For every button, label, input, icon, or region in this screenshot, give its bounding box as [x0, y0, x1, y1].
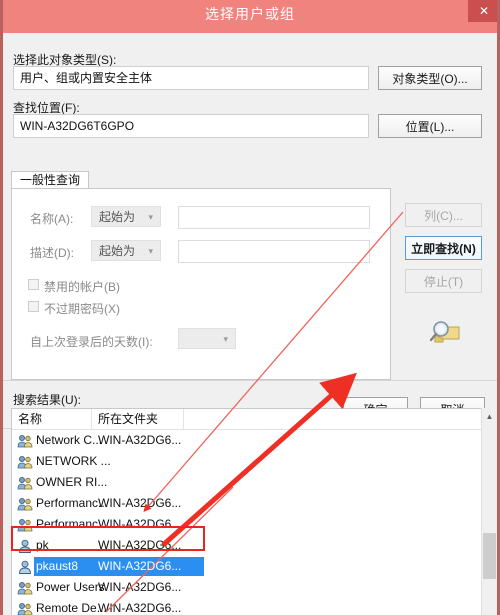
table-row[interactable]: Power Users WIN-A32DG6...: [12, 577, 482, 598]
description-condition-value: 起始为: [99, 244, 136, 258]
query-tabstrip: 一般性查询: [11, 171, 391, 189]
selected-row-highlight: [11, 526, 205, 551]
table-row[interactable]: NETWORK ...: [12, 451, 482, 472]
object-type-field[interactable]: 用户、组或内置安全主体: [13, 66, 369, 90]
select-users-or-groups-dialog: 选择用户或组 ✕ 选择此对象类型(S): 用户、组或内置安全主体 对象类型(O)…: [0, 0, 500, 615]
window-title: 选择用户或组: [205, 6, 295, 22]
description-condition-select[interactable]: 起始为 ▾: [91, 240, 161, 261]
row-folder: WIN-A32DG6...: [98, 496, 182, 510]
non-expiring-password-label: 不过期密码(X): [44, 302, 120, 316]
magnifier-icon: [423, 318, 463, 348]
panel-divider: [3, 380, 497, 381]
row-name: NETWORK ...: [36, 454, 111, 468]
users-group-icon: [17, 497, 33, 511]
object-types-button[interactable]: 对象类型(O)...: [378, 66, 482, 90]
columns-button[interactable]: 列(C)...: [405, 203, 482, 227]
users-group-icon: [17, 581, 33, 595]
users-group-icon: [17, 476, 33, 490]
results-header-row: 名称 所在文件夹: [12, 409, 497, 430]
row-name: OWNER RI...: [36, 475, 108, 489]
table-row[interactable]: pkaust8 WIN-A32DG6...: [12, 556, 482, 577]
chevron-down-icon: ▾: [148, 246, 153, 256]
disabled-accounts-label: 禁用的帐户(B): [44, 280, 120, 294]
row-folder: WIN-A32DG6...: [98, 559, 182, 573]
row-folder: WIN-A32DG6...: [98, 433, 182, 447]
title-bar: 选择用户或组 ✕: [3, 0, 497, 28]
stop-button[interactable]: 停止(T): [405, 269, 482, 293]
column-header-folder[interactable]: 所在文件夹: [92, 409, 184, 429]
scroll-up-icon[interactable]: ▲: [482, 408, 497, 424]
row-name: pkaust8: [36, 559, 79, 573]
row-folder: WIN-A32DG6...: [98, 601, 182, 615]
users-group-icon: [17, 434, 33, 448]
search-results-list[interactable]: 名称 所在文件夹 Network C... WIN-A32DG6... NETWOR…: [11, 408, 497, 615]
row-folder: WIN-A32DG6...: [98, 580, 182, 594]
column-header-name[interactable]: 名称: [12, 409, 92, 429]
results-scrollbar[interactable]: ▲: [481, 408, 497, 615]
close-icon: ✕: [478, 4, 490, 18]
non-expiring-password-checkbox[interactable]: [28, 301, 39, 312]
description-input[interactable]: [178, 240, 370, 263]
search-results-label: 搜索结果(U):: [13, 393, 81, 407]
scrollbar-thumb[interactable]: [483, 533, 496, 579]
close-button[interactable]: ✕: [468, 0, 497, 22]
table-row[interactable]: Performanc... WIN-A32DG6...: [12, 493, 482, 514]
table-row[interactable]: OWNER RI...: [12, 472, 482, 493]
tab-general-query[interactable]: 一般性查询: [11, 171, 90, 189]
chevron-down-icon: ▾: [223, 334, 228, 344]
column-header-extra[interactable]: [184, 409, 474, 429]
row-name: Power Users: [36, 580, 105, 594]
name-input[interactable]: [178, 206, 370, 229]
name-label: 名称(A):: [30, 212, 74, 226]
description-label: 描述(D):: [30, 246, 74, 260]
row-name: Remote De...: [36, 601, 107, 615]
single-user-icon: [17, 560, 33, 574]
chevron-down-icon: ▾: [148, 212, 153, 222]
name-condition-select[interactable]: 起始为 ▾: [91, 206, 161, 227]
users-group-icon: [17, 602, 33, 615]
days-since-logon-select[interactable]: ▾: [178, 328, 236, 349]
table-row[interactable]: Remote De... WIN-A32DG6...: [12, 598, 482, 615]
location-button[interactable]: 位置(L)...: [378, 114, 482, 138]
find-now-button[interactable]: 立即查找(N): [405, 236, 482, 260]
users-group-icon: [17, 455, 33, 469]
table-row[interactable]: Network C... WIN-A32DG6...: [12, 430, 482, 451]
row-name: Network C...: [36, 433, 103, 447]
disabled-accounts-checkbox[interactable]: [28, 279, 39, 290]
location-field[interactable]: WIN-A32DG6T6GPO: [13, 114, 369, 138]
days-since-logon-label: 自上次登录后的天数(I):: [30, 335, 153, 349]
name-condition-value: 起始为: [99, 210, 136, 224]
